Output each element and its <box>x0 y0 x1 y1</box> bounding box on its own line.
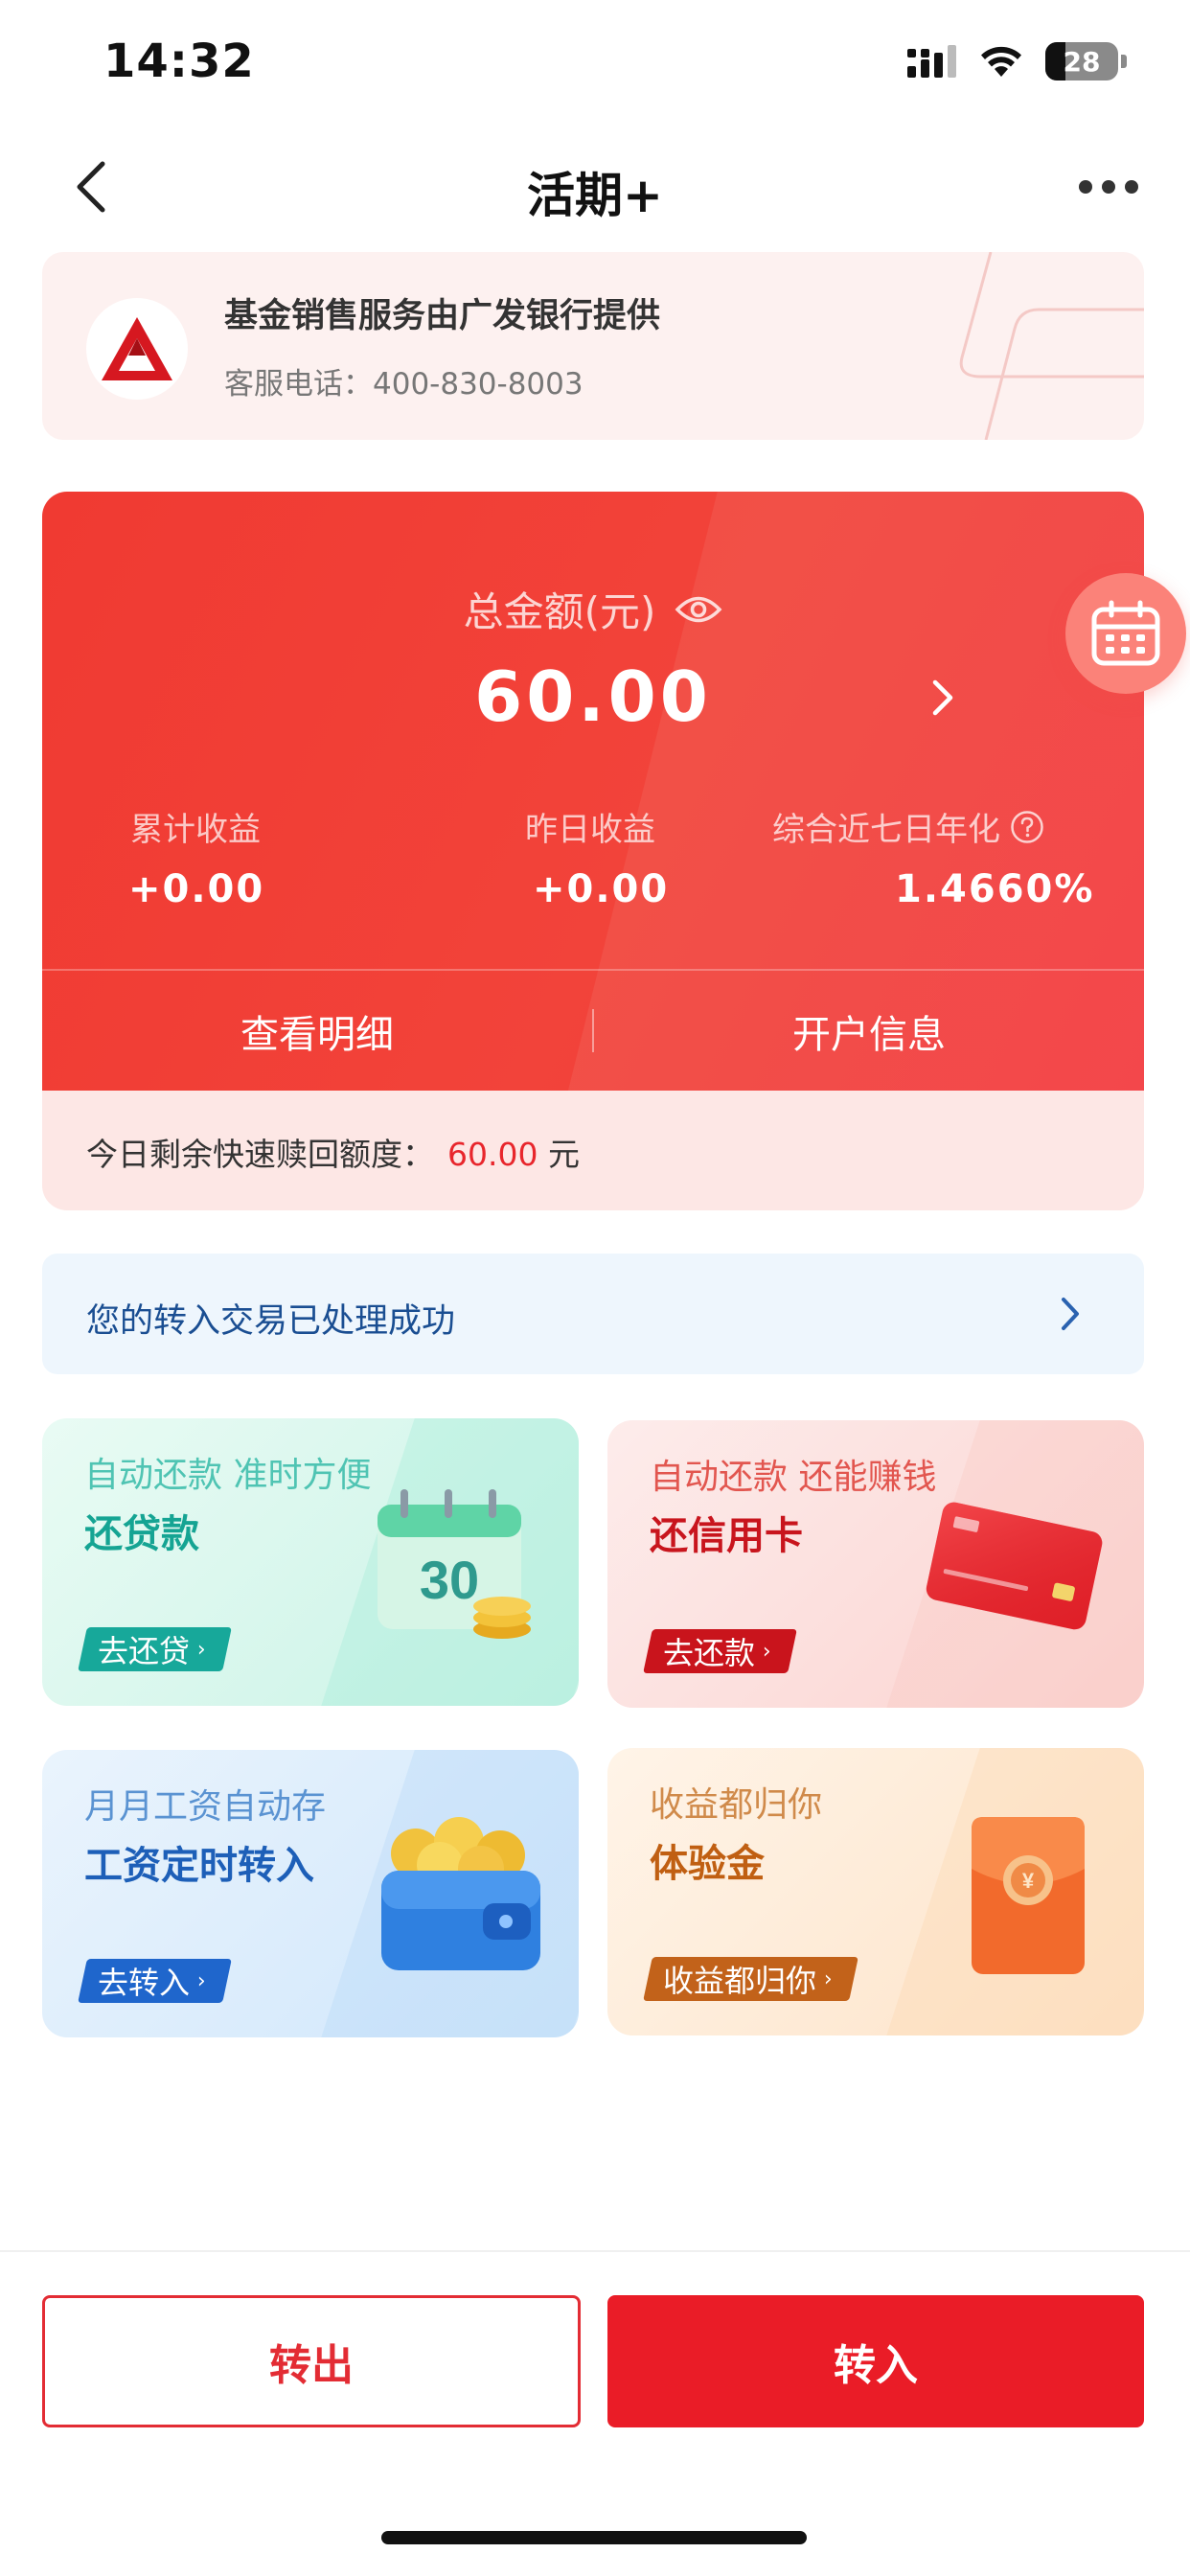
page-title: 活期+ <box>527 168 663 223</box>
wallet-illustration <box>368 1807 550 1980</box>
redemption-quota: 今日剩余快速赎回额度： 60.00 元 <box>86 1129 580 1175</box>
promo-subtitle: 自动还款 准时方便 <box>84 1456 372 1495</box>
calendar-day-number: 30 <box>420 1550 479 1610</box>
promo-subtitle: 月月工资自动存 <box>84 1787 327 1827</box>
bank-logo <box>86 298 188 400</box>
button-label: 去转入 <box>98 1965 191 2001</box>
promo-card-trial-fund[interactable]: 收益都归你 体验金 收益都归你 › ¥ <box>607 1748 1144 2036</box>
promo-subtitle: 自动还款 还能赚钱 <box>650 1458 937 1497</box>
asset-card: 总金额(元) 60.00 累计收益 +0.00 昨日收益 +0.00 综合近七日… <box>42 492 1144 1210</box>
promo-card-salary[interactable]: 月月工资自动存 工资定时转入 去转入 › <box>42 1750 579 2037</box>
chevron-right-icon <box>1062 1298 1079 1330</box>
battery-indicator: 28 <box>1045 42 1118 80</box>
svg-text:¥: ¥ <box>1022 1869 1035 1893</box>
notice-text: 您的转入交易已处理成功 <box>86 1302 456 1341</box>
wifi-icon <box>981 46 1021 77</box>
yesterday-income-label: 昨日收益 <box>525 811 655 849</box>
total-label-row: 总金额(元) <box>42 580 1144 638</box>
home-indicator <box>381 2531 807 2544</box>
promo-title: 还信用卡 <box>650 1514 803 1558</box>
seven-day-yield-label-row: 综合近七日年化 <box>772 803 1044 850</box>
chevron-right-icon <box>932 679 953 716</box>
total-detail-arrow[interactable] <box>914 669 972 726</box>
more-dot-icon <box>1125 180 1138 194</box>
help-icon[interactable] <box>1010 810 1044 844</box>
transfer-out-button[interactable]: 转出 <box>42 2295 581 2427</box>
service-phone[interactable]: 客服电话：400-830-8003 <box>224 359 584 402</box>
cellular-signal-icon <box>907 45 956 78</box>
more-dot-icon <box>1079 180 1092 194</box>
calendar-illustration: 30 <box>368 1485 540 1648</box>
battery-percent: 28 <box>1063 45 1101 78</box>
promo-card-loan[interactable]: 自动还款 准时方便 还贷款 去还贷 › 30 <box>42 1418 579 1706</box>
status-time: 14:32 <box>103 34 255 88</box>
asset-summary: 总金额(元) 60.00 累计收益 +0.00 昨日收益 +0.00 综合近七日… <box>42 492 1144 1091</box>
calendar-icon <box>1091 600 1160 666</box>
more-dot-icon <box>1102 180 1115 194</box>
calendar-button[interactable] <box>1065 573 1186 694</box>
cumulative-income-value: +0.00 <box>128 867 265 911</box>
repay-loan-button[interactable]: 去还贷 › <box>78 1627 232 1671</box>
nav-bar: 活期+ <box>0 134 1190 244</box>
button-label: 去还贷 <box>98 1633 191 1669</box>
credit-card-illustration <box>924 1487 1106 1641</box>
promo-title: 还贷款 <box>84 1512 199 1556</box>
button-label: 收益都归你 <box>663 1963 817 1999</box>
status-bar: 14:32 28 <box>0 0 1190 129</box>
yesterday-income-value: +0.00 <box>533 867 670 911</box>
button-label: 去还款 <box>663 1635 756 1671</box>
seven-day-yield-value: 1.4660% <box>895 867 1095 911</box>
total-amount-value[interactable]: 60.00 <box>42 656 1144 737</box>
transfer-salary-button[interactable]: 去转入 › <box>78 1959 232 2003</box>
battery-cap <box>1121 55 1127 68</box>
bottom-divider <box>0 2250 1190 2252</box>
quota-unit: 元 <box>547 1136 580 1173</box>
trial-fund-button[interactable]: 收益都归你 › <box>643 1957 858 2001</box>
promo-subtitle: 收益都归你 <box>650 1785 823 1825</box>
total-amount-label: 总金额(元) <box>463 588 656 635</box>
transaction-notice[interactable]: 您的转入交易已处理成功 <box>42 1254 1144 1374</box>
view-details-button[interactable]: 查看明细 <box>42 971 592 1091</box>
red-envelope-illustration: ¥ <box>952 1807 1096 1990</box>
promo-title: 体验金 <box>650 1842 765 1886</box>
notice-arrow <box>1044 1288 1096 1340</box>
provider-title: 基金销售服务由广发银行提供 <box>224 297 661 335</box>
promo-card-credit[interactable]: 自动还款 还能赚钱 还信用卡 去还款 › <box>607 1420 1144 1708</box>
provider-banner: 基金销售服务由广发银行提供 客服电话：400-830-8003 <box>42 252 1144 440</box>
transfer-in-button[interactable]: 转入 <box>607 2295 1144 2427</box>
quota-value: 60.00 <box>447 1136 538 1173</box>
repay-credit-button[interactable]: 去还款 › <box>643 1629 797 1673</box>
promo-title: 工资定时转入 <box>84 1844 314 1888</box>
cumulative-income-label: 累计收益 <box>130 811 261 849</box>
status-icons: 28 <box>907 42 1127 80</box>
decorative-lines <box>959 252 1144 440</box>
account-info-button[interactable]: 开户信息 <box>594 971 1144 1091</box>
seven-day-yield-label: 综合近七日年化 <box>772 811 1000 849</box>
more-button[interactable] <box>1065 163 1152 211</box>
quota-label: 今日剩余快速赎回额度： <box>86 1136 434 1173</box>
eye-icon[interactable] <box>675 593 722 626</box>
